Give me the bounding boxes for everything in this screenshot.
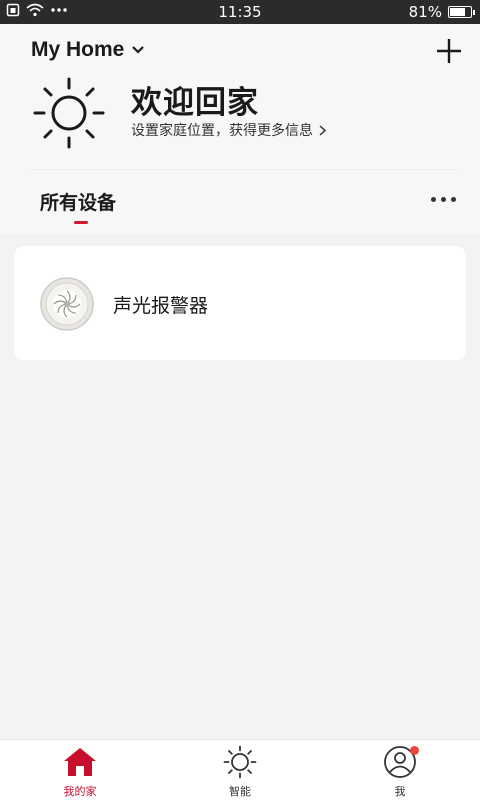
home-icon <box>64 748 96 776</box>
nav-label: 我 <box>394 785 406 798</box>
plus-icon[interactable] <box>435 37 463 65</box>
notification-badge <box>410 746 419 755</box>
device-name: 声光报警器 <box>113 295 209 317</box>
battery-fill <box>450 8 466 16</box>
status-icons-right: 81% <box>408 3 475 21</box>
sun-icon <box>33 77 105 149</box>
bottom-nav: 我的家 智能 我 <box>0 739 480 801</box>
chevron-down-icon <box>132 46 145 54</box>
welcome-subtitle: 设置家庭位置，获得更多信息 <box>131 123 313 139</box>
dot <box>431 197 436 202</box>
nav-label: 智能 <box>229 785 251 798</box>
nav-item-me[interactable]: 我 <box>340 740 460 801</box>
more-options-icon[interactable] <box>431 197 456 202</box>
divider <box>30 169 458 170</box>
chevron-right-icon <box>319 124 326 136</box>
nav-item-smart[interactable]: 智能 <box>180 740 300 801</box>
tab-all-devices[interactable]: 所有设备 <box>40 188 116 215</box>
dot <box>451 197 456 202</box>
tab-active-indicator <box>74 221 88 224</box>
status-bar: 11:35 81% <box>0 0 480 24</box>
nav-item-my-home[interactable]: 我的家 <box>20 740 140 801</box>
sun-icon <box>223 745 257 779</box>
battery-icon <box>448 6 475 18</box>
device-card[interactable]: 声光报警器 <box>14 246 466 360</box>
home-selector[interactable]: My Home <box>31 38 145 62</box>
home-name: My Home <box>31 38 125 61</box>
battery-percent: 81% <box>408 3 442 21</box>
sound-light-alarm-icon <box>40 277 94 331</box>
welcome-title: 欢迎回家 <box>131 85 259 121</box>
dot <box>441 197 446 202</box>
set-location-link[interactable]: 设置家庭位置，获得更多信息 <box>131 120 326 140</box>
nav-label: 我的家 <box>63 785 97 798</box>
home-header: My Home 欢迎回家 设置家庭位置，获得更多信息 所有设备 <box>0 24 480 234</box>
